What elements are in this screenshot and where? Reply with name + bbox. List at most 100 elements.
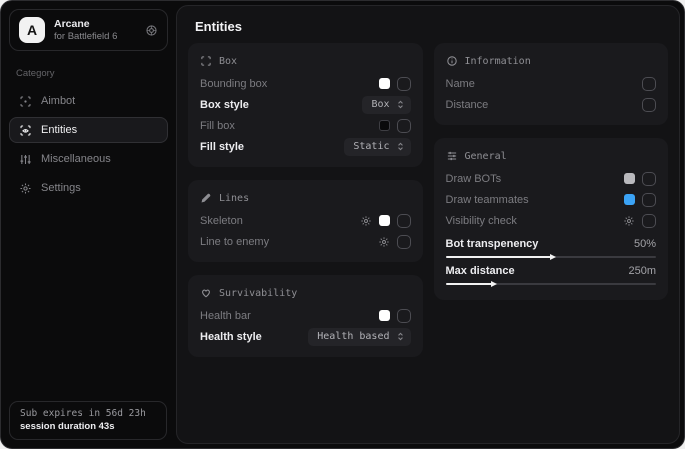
survivability-card-header: Survivability <box>200 283 411 303</box>
fill-box-label: Fill box <box>200 120 235 132</box>
heart-icon <box>200 287 212 299</box>
line-to-enemy-row: Line to enemy <box>200 231 411 252</box>
sub-expiry-text: Sub expires in 56d 23h <box>20 408 156 419</box>
skeleton-color-swatch[interactable] <box>379 215 390 226</box>
survivability-card: Survivability Health bar Health style He… <box>188 275 423 357</box>
scan-brackets-icon <box>200 55 212 67</box>
fill-style-dropdown[interactable]: Static <box>344 138 410 156</box>
health-style-value: Health based <box>317 331 389 342</box>
skeleton-row: Skeleton <box>200 210 411 231</box>
general-card: General Draw BOTs Draw teammates <box>434 138 669 300</box>
fill-style-row: Fill style Static <box>200 136 411 157</box>
brand-subtitle: for Battlefield 6 <box>54 31 117 42</box>
draw-teammates-color-swatch[interactable] <box>624 194 635 205</box>
line-to-enemy-settings-gear-icon[interactable] <box>378 236 390 248</box>
sidebar-item-label: Entities <box>41 124 77 136</box>
max-distance-label: Max distance <box>446 265 515 277</box>
box-card-header: Box <box>200 51 411 71</box>
health-bar-checkbox[interactable] <box>397 309 411 323</box>
information-card-header: Information <box>446 51 657 71</box>
box-style-dropdown[interactable]: Box <box>362 96 410 114</box>
gear-icon <box>19 182 32 195</box>
right-column: Information Name Distance <box>434 43 669 357</box>
sidebar-item-aimbot[interactable]: Aimbot <box>9 88 168 114</box>
lifebuoy-icon[interactable] <box>145 24 158 37</box>
brand-card: A Arcane for Battlefield 6 <box>9 9 168 51</box>
draw-bots-checkbox[interactable] <box>642 172 656 186</box>
skeleton-label: Skeleton <box>200 215 243 227</box>
bounding-box-checkbox[interactable] <box>397 77 411 91</box>
max-distance-group: Max distance 250m <box>446 263 657 285</box>
bot-transparency-group: Bot transpenency 50% <box>446 236 657 258</box>
bot-transparency-slider[interactable] <box>446 256 657 258</box>
health-style-row: Health style Health based <box>200 326 411 347</box>
draw-bots-row: Draw BOTs <box>446 168 657 189</box>
fill-style-value: Static <box>353 141 389 152</box>
scan-eye-icon <box>19 124 32 137</box>
sliders-horizontal-icon <box>446 150 458 162</box>
general-card-header: General <box>446 146 657 166</box>
app-window: A Arcane for Battlefield 6 Category <box>0 0 685 449</box>
max-distance-slider[interactable] <box>446 283 657 285</box>
visibility-check-checkbox[interactable] <box>642 214 656 228</box>
visibility-check-row: Visibility check <box>446 210 657 231</box>
name-checkbox[interactable] <box>642 77 656 91</box>
pencil-line-icon <box>200 192 212 204</box>
sidebar-item-label: Aimbot <box>41 95 75 107</box>
box-card: Box Bounding box Box style Box <box>188 43 423 167</box>
sliders-vertical-icon <box>19 153 32 166</box>
lines-card-header: Lines <box>200 188 411 208</box>
health-bar-label: Health bar <box>200 310 251 322</box>
survivability-card-title: Survivability <box>219 288 297 299</box>
bounding-box-color-swatch[interactable] <box>379 78 390 89</box>
health-bar-row: Health bar <box>200 305 411 326</box>
sidebar-nav: Aimbot Entities <box>9 88 168 201</box>
sidebar-item-settings[interactable]: Settings <box>9 175 168 201</box>
box-card-title: Box <box>219 56 237 67</box>
bot-transparency-value: 50% <box>634 238 656 250</box>
max-distance-slider-thumb[interactable] <box>491 281 497 287</box>
name-label: Name <box>446 78 475 90</box>
box-style-row: Box style Box <box>200 94 411 115</box>
page-title: Entities <box>177 6 679 43</box>
brand-text: Arcane for Battlefield 6 <box>54 18 117 42</box>
name-row: Name <box>446 73 657 94</box>
fill-box-row: Fill box <box>200 115 411 136</box>
draw-teammates-row: Draw teammates <box>446 189 657 210</box>
skeleton-checkbox[interactable] <box>397 214 411 228</box>
session-duration-text: session duration 43s <box>20 421 156 432</box>
box-style-value: Box <box>371 99 389 110</box>
fill-box-checkbox[interactable] <box>397 119 411 133</box>
draw-teammates-checkbox[interactable] <box>642 193 656 207</box>
sidebar-item-label: Settings <box>41 182 81 194</box>
sidebar-item-entities[interactable]: Entities <box>9 117 168 143</box>
visibility-check-settings-gear-icon[interactable] <box>623 215 635 227</box>
line-to-enemy-label: Line to enemy <box>200 236 269 248</box>
crosshair-icon <box>19 95 32 108</box>
lines-card: Lines Skeleton <box>188 180 423 262</box>
box-style-label: Box style <box>200 99 249 111</box>
line-to-enemy-checkbox[interactable] <box>397 235 411 249</box>
distance-checkbox[interactable] <box>642 98 656 112</box>
fill-style-label: Fill style <box>200 141 244 153</box>
main-panel: Entities Box Bounding box <box>176 5 680 444</box>
distance-row: Distance <box>446 94 657 115</box>
max-distance-value: 250m <box>628 265 656 277</box>
fill-box-color-swatch[interactable] <box>379 120 390 131</box>
lines-card-title: Lines <box>219 193 249 204</box>
information-card: Information Name Distance <box>434 43 669 125</box>
information-card-title: Information <box>465 56 531 67</box>
draw-teammates-label: Draw teammates <box>446 194 529 206</box>
skeleton-settings-gear-icon[interactable] <box>360 215 372 227</box>
sidebar: A Arcane for Battlefield 6 Category <box>1 1 176 448</box>
bot-transparency-slider-thumb[interactable] <box>550 254 556 260</box>
bounding-box-row: Bounding box <box>200 73 411 94</box>
chevrons-up-down-icon <box>396 142 405 151</box>
brand-name: Arcane <box>54 18 117 30</box>
draw-bots-color-swatch[interactable] <box>624 173 635 184</box>
subscription-info: Sub expires in 56d 23h session duration … <box>9 401 167 440</box>
health-style-dropdown[interactable]: Health based <box>308 328 410 346</box>
health-bar-color-swatch[interactable] <box>379 310 390 321</box>
category-label: Category <box>16 68 161 79</box>
sidebar-item-miscellaneous[interactable]: Miscellaneous <box>9 146 168 172</box>
